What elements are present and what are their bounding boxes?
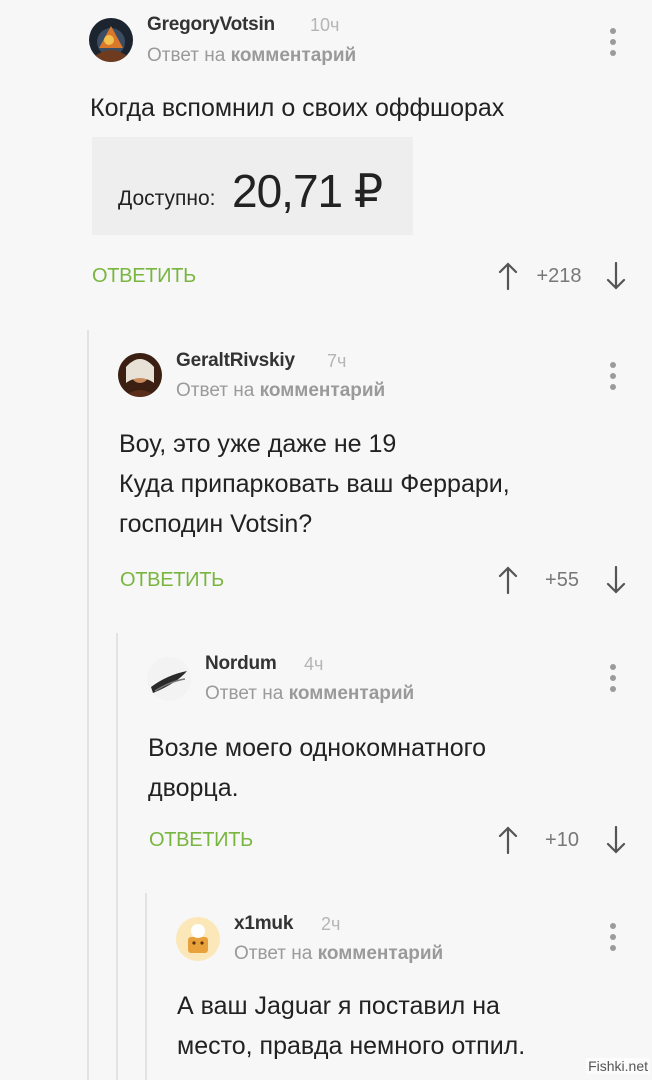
balance-label: Доступно: (118, 187, 216, 210)
comment-text-line: Когда вспомнил о своих оффшорах (90, 94, 505, 122)
reply-prefix: Ответ на (205, 683, 284, 704)
username[interactable]: GeraltRivskiy (176, 350, 295, 372)
username[interactable]: GregoryVotsin (147, 14, 275, 36)
timestamp: 7ч (327, 351, 347, 371)
comment-text-line: Куда припарковать ваш Феррари, (119, 470, 510, 498)
timestamp: 4ч (304, 654, 324, 674)
downvote-arrow-icon[interactable] (605, 262, 627, 290)
reply-button[interactable]: ОТВЕТИТЬ (149, 829, 253, 852)
reply-meta: Ответ на комментарий (147, 45, 356, 67)
username[interactable]: Nordum (205, 653, 277, 675)
upvote-arrow-icon[interactable] (497, 262, 519, 290)
comment-text-line: дворца. (148, 774, 239, 802)
reply-target-link[interactable]: комментарий (260, 380, 386, 401)
thread-line-3 (145, 893, 147, 1080)
thread-line-1 (87, 330, 89, 1080)
reply-meta: Ответ на комментарий (176, 380, 385, 402)
balance-image[interactable]: Доступно: 20,71 ₽ (92, 137, 413, 235)
score: +10 (545, 829, 579, 851)
comment-text-line: Возле моего однокомнатного (148, 734, 487, 762)
reply-button[interactable]: ОТВЕТИТЬ (120, 569, 224, 592)
comment-text: А ваш Jaguar я поставил на место, правда… (177, 986, 525, 1066)
avatar[interactable] (89, 18, 133, 62)
reply-target-link[interactable]: комментарий (231, 45, 357, 66)
avatar[interactable] (118, 353, 162, 397)
upvote-arrow-icon[interactable] (497, 566, 519, 594)
upvote-arrow-icon[interactable] (497, 826, 519, 854)
reply-target-link[interactable]: комментарий (318, 943, 444, 964)
downvote-arrow-icon[interactable] (605, 826, 627, 854)
score: +218 (536, 265, 582, 287)
balance-value: 20,71 ₽ (232, 165, 383, 217)
reply-button[interactable]: ОТВЕТИТЬ (92, 265, 196, 288)
comment-text: Возле моего однокомнатного дворца. (148, 728, 486, 808)
avatar[interactable] (147, 657, 191, 701)
more-options-icon[interactable] (606, 362, 620, 396)
score: +55 (545, 569, 579, 591)
timestamp: 10ч (310, 15, 340, 35)
more-options-icon[interactable] (606, 28, 620, 62)
watermark: Fishki.net (586, 1058, 650, 1074)
comment-text-line: Воу, это уже даже не 19 (119, 430, 397, 458)
downvote-arrow-icon[interactable] (605, 566, 627, 594)
avatar[interactable] (176, 917, 220, 961)
timestamp: 2ч (321, 914, 341, 934)
reply-meta: Ответ на комментарий (234, 943, 443, 965)
more-options-icon[interactable] (606, 664, 620, 698)
comment-text-line: господин Votsin? (119, 510, 313, 538)
reply-prefix: Ответ на (147, 45, 226, 66)
thread-line-2 (116, 633, 118, 1080)
reply-prefix: Ответ на (234, 943, 313, 964)
comment-text: Когда вспомнил о своих оффшорах (90, 88, 504, 128)
username[interactable]: x1muk (234, 913, 293, 935)
more-options-icon[interactable] (606, 923, 620, 957)
reply-prefix: Ответ на (176, 380, 255, 401)
reply-target-link[interactable]: комментарий (289, 683, 415, 704)
comment-text-line: место, правда немного отпил. (177, 1032, 526, 1060)
comment-text-line: А ваш Jaguar я поставил на (177, 992, 500, 1020)
reply-meta: Ответ на комментарий (205, 683, 414, 705)
comment-text: Воу, это уже даже не 19 Куда припарковат… (119, 424, 510, 544)
